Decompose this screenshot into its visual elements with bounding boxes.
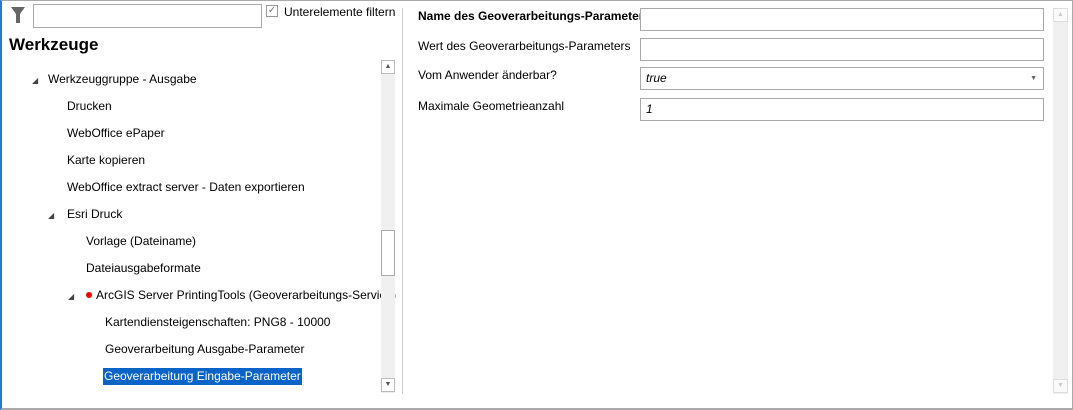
scroll-up-icon[interactable]: ▲ xyxy=(1053,8,1068,22)
tree-item[interactable]: Karte kopieren xyxy=(67,152,145,169)
tree-item[interactable]: Geoverarbeitung Ausgabe-Parameter xyxy=(105,341,304,358)
editable-dropdown[interactable]: true ▼ xyxy=(640,67,1044,90)
tree-item[interactable]: Drucken xyxy=(67,98,112,115)
filter-search-input[interactable] xyxy=(33,4,262,28)
tree-scrollbar[interactable]: ▲ ▼ xyxy=(381,60,395,393)
tree-title: Werkzeuge xyxy=(9,35,99,54)
filter-icon[interactable] xyxy=(10,6,26,24)
tree-item-selected[interactable]: Geoverarbeitung Eingabe-Parameter xyxy=(103,368,302,385)
tree-item[interactable]: ArcGIS Server PrintingTools (Geoverarbei… xyxy=(96,287,396,304)
value-label: Wert des Geoverarbeitungs-Parameters xyxy=(418,39,631,53)
expand-arrow-icon[interactable]: ◢ xyxy=(32,76,38,85)
name-label: Name des Geoverarbeitungs-Parameters xyxy=(418,9,651,23)
maxgeom-label: Maximale Geometrieanzahl xyxy=(418,99,565,113)
scroll-up-icon[interactable]: ▲ xyxy=(381,60,395,74)
subfilter-checkbox[interactable]: ✓ xyxy=(266,5,278,17)
tree-item[interactable]: Kartendiensteigenschaften: PNG8 - 10000 xyxy=(105,314,330,331)
chevron-down-icon[interactable]: ▼ xyxy=(1030,68,1037,89)
tree-item[interactable]: WebOffice ePaper xyxy=(67,125,165,142)
tree-item[interactable]: Werkzeuggruppe - Ausgabe xyxy=(48,71,197,88)
name-input[interactable] xyxy=(640,8,1044,31)
editable-value: true xyxy=(646,71,667,85)
maxgeom-input[interactable]: 1 xyxy=(640,98,1044,121)
editable-label: Vom Anwender änderbar? xyxy=(418,68,557,82)
tree-item[interactable]: Dateiausgabeformate xyxy=(86,260,201,277)
scroll-down-icon[interactable]: ▼ xyxy=(381,378,395,392)
expand-arrow-icon[interactable]: ◢ xyxy=(48,211,54,220)
tree-item[interactable]: WebOffice extract server - Daten exporti… xyxy=(67,179,305,196)
tree-item[interactable]: Esri Druck xyxy=(67,206,122,223)
properties-scrollbar[interactable]: ▲ ▼ xyxy=(1053,8,1068,394)
expand-arrow-icon[interactable]: ◢ xyxy=(68,292,74,301)
subfilter-label: Unterelemente filtern xyxy=(284,5,396,19)
tree-item[interactable]: Vorlage (Dateiname) xyxy=(86,233,196,250)
value-input[interactable] xyxy=(640,38,1044,61)
scroll-down-icon[interactable]: ▼ xyxy=(1053,379,1068,393)
panel-splitter[interactable] xyxy=(402,8,403,394)
error-dot-icon xyxy=(86,292,92,298)
scroll-thumb[interactable] xyxy=(381,230,395,276)
